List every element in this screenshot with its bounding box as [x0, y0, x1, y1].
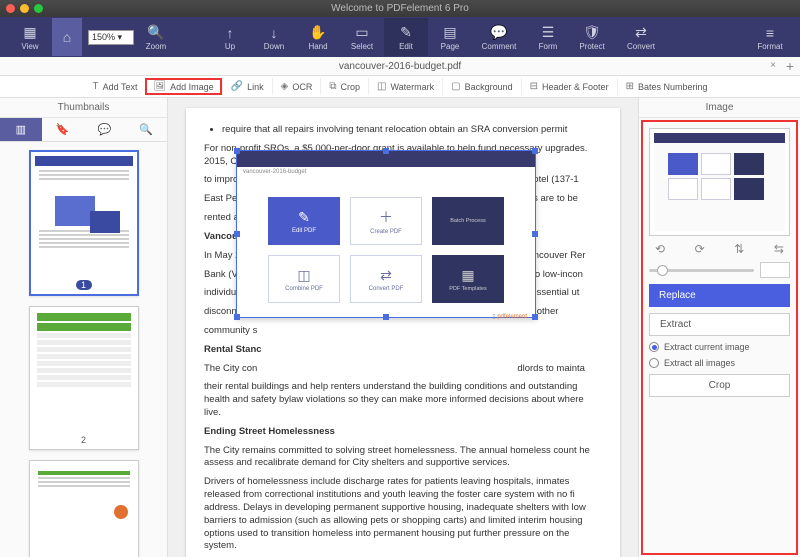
select-button[interactable]: ▭Select [340, 18, 384, 56]
watermark-icon: ◫ [377, 81, 386, 92]
dialog-batch: Batch Process [432, 197, 504, 245]
thumbnail-page-3[interactable] [29, 460, 139, 557]
opacity-value[interactable] [760, 262, 790, 278]
dialog-templates: ▦PDF Templates [432, 255, 504, 303]
window-minimize[interactable] [20, 4, 29, 13]
header-footer-icon: ⊟ [530, 81, 538, 92]
tab-add-icon[interactable]: + [786, 58, 794, 74]
watermark-button[interactable]: ◫Watermark [368, 78, 442, 95]
ocr-button[interactable]: ◈OCR [272, 78, 321, 95]
main-ribbon: ▦View ⌂ 150% ▾ 🔍Zoom ↑Up ↓Down ✋Hand ▭Se… [0, 17, 800, 57]
zoom-icon: 🔍 [147, 24, 164, 42]
up-icon: ↑ [227, 24, 234, 42]
home-icon: ⌂ [63, 28, 71, 46]
form-icon: ☰ [542, 24, 555, 42]
hand-icon: ✋ [309, 24, 326, 42]
edit-icon: ✎ [400, 24, 412, 42]
zoom-select[interactable]: 150% ▾ [88, 30, 134, 45]
thumbnail-label: 2 [34, 435, 134, 445]
convert-button[interactable]: ⇄Convert [614, 18, 668, 56]
window-close[interactable] [6, 4, 15, 13]
replace-button[interactable]: Replace [649, 284, 790, 307]
tab-close-icon[interactable]: × [770, 60, 776, 71]
background-button[interactable]: ▢Background [442, 78, 521, 95]
extract-button[interactable]: Extract [649, 313, 790, 336]
image-panel-title: Image [639, 98, 800, 118]
dialog-combine: ◫Combine PDF [268, 255, 340, 303]
link-icon: 🔗 [231, 81, 243, 92]
view-icon: ▦ [23, 24, 36, 42]
add-text-button[interactable]: TAdd Text [84, 78, 145, 95]
zoom-label[interactable]: 🔍Zoom [134, 18, 178, 56]
extract-all-radio[interactable]: Extract all images [649, 358, 790, 368]
thumbnails-title: Thumbnails [0, 98, 167, 118]
page-button[interactable]: ▤Page [428, 18, 472, 56]
dialog-create-pdf: ＋Create PDF [350, 197, 422, 245]
down-button[interactable]: ↓Down [252, 18, 296, 56]
document-viewport[interactable]: require that all repairs involving tenan… [168, 98, 638, 557]
window-title: Welcome to PDFelement 6 Pro [331, 3, 469, 14]
protect-button[interactable]: 🛡Protect [570, 18, 614, 56]
home-button[interactable]: ⌂ [52, 18, 82, 56]
down-icon: ↓ [271, 24, 278, 42]
window-zoom[interactable] [34, 4, 43, 13]
text-icon: T [92, 81, 98, 92]
add-image-button[interactable]: 🖼Add Image [145, 78, 221, 95]
header-footer-button[interactable]: ⊟Header & Footer [521, 78, 617, 95]
thumbnail-page-2[interactable]: 2 [29, 306, 139, 450]
background-icon: ▢ [451, 81, 460, 92]
view-button[interactable]: ▦View [8, 18, 52, 56]
flip-horizontal-icon[interactable]: ⇆ [774, 242, 784, 256]
crop-icon: ⧉ [329, 81, 336, 92]
annotations-tab[interactable]: 💬 [84, 118, 126, 141]
format-button[interactable]: ≡Format [748, 18, 792, 56]
thumbnails-tab[interactable]: ▥ [0, 118, 42, 141]
up-button[interactable]: ↑Up [208, 18, 252, 56]
thumbnail-label: 1 [76, 280, 92, 290]
hand-button[interactable]: ✋Hand [296, 18, 340, 56]
opacity-slider[interactable] [649, 269, 754, 272]
convert-icon: ⇄ [635, 24, 647, 42]
search-tab[interactable]: 🔍 [125, 118, 167, 141]
protect-icon: 🛡 [583, 24, 601, 42]
dialog-convert: ⇄Convert PDF [350, 255, 422, 303]
rotate-right-icon[interactable]: ⟳ [695, 242, 705, 256]
thumbnail-page-1[interactable]: 1 [29, 150, 139, 296]
page-icon: ▤ [443, 24, 456, 42]
tab-filename[interactable]: vancouver-2016-budget.pdf [339, 61, 461, 72]
dialog-edit-pdf: ✎Edit PDF [268, 197, 340, 245]
document-tabbar: vancouver-2016-budget.pdf × + [0, 57, 800, 76]
comment-icon: 💬 [490, 24, 507, 42]
ocr-icon: ◈ [281, 81, 289, 92]
edit-button[interactable]: ✎Edit [384, 18, 428, 56]
format-icon: ≡ [766, 24, 774, 42]
bookmarks-tab[interactable]: 🔖 [42, 118, 84, 141]
rotate-left-icon[interactable]: ⟲ [655, 242, 665, 256]
crop-button[interactable]: ⧉Crop [320, 78, 368, 95]
extract-current-radio[interactable]: Extract current image [649, 342, 790, 352]
crop-image-button[interactable]: Crop [649, 374, 790, 397]
flip-vertical-icon[interactable]: ⇅ [734, 242, 744, 256]
bates-button[interactable]: ⊞Bates Numbering [617, 78, 716, 95]
form-button[interactable]: ☰Form [526, 18, 570, 56]
link-button[interactable]: 🔗Link [222, 78, 272, 95]
image-preview [649, 128, 790, 236]
select-icon: ▭ [355, 24, 368, 42]
selected-image[interactable]: vancouver-2016-budget ✎Edit PDF ＋Create … [236, 150, 536, 318]
image-properties-panel: Image ⟲ ⟳ ⇅ ⇆ Replac [638, 98, 800, 557]
doc-text: require that all repairs involving tenan… [222, 124, 602, 137]
bates-icon: ⊞ [626, 81, 634, 92]
comment-button[interactable]: 💬Comment [472, 18, 526, 56]
image-icon: 🖼 [153, 81, 166, 92]
edit-toolbar: TAdd Text 🖼Add Image 🔗Link ◈OCR ⧉Crop ◫W… [0, 76, 800, 98]
thumbnails-panel: Thumbnails ▥ 🔖 💬 🔍 1 [0, 98, 168, 557]
